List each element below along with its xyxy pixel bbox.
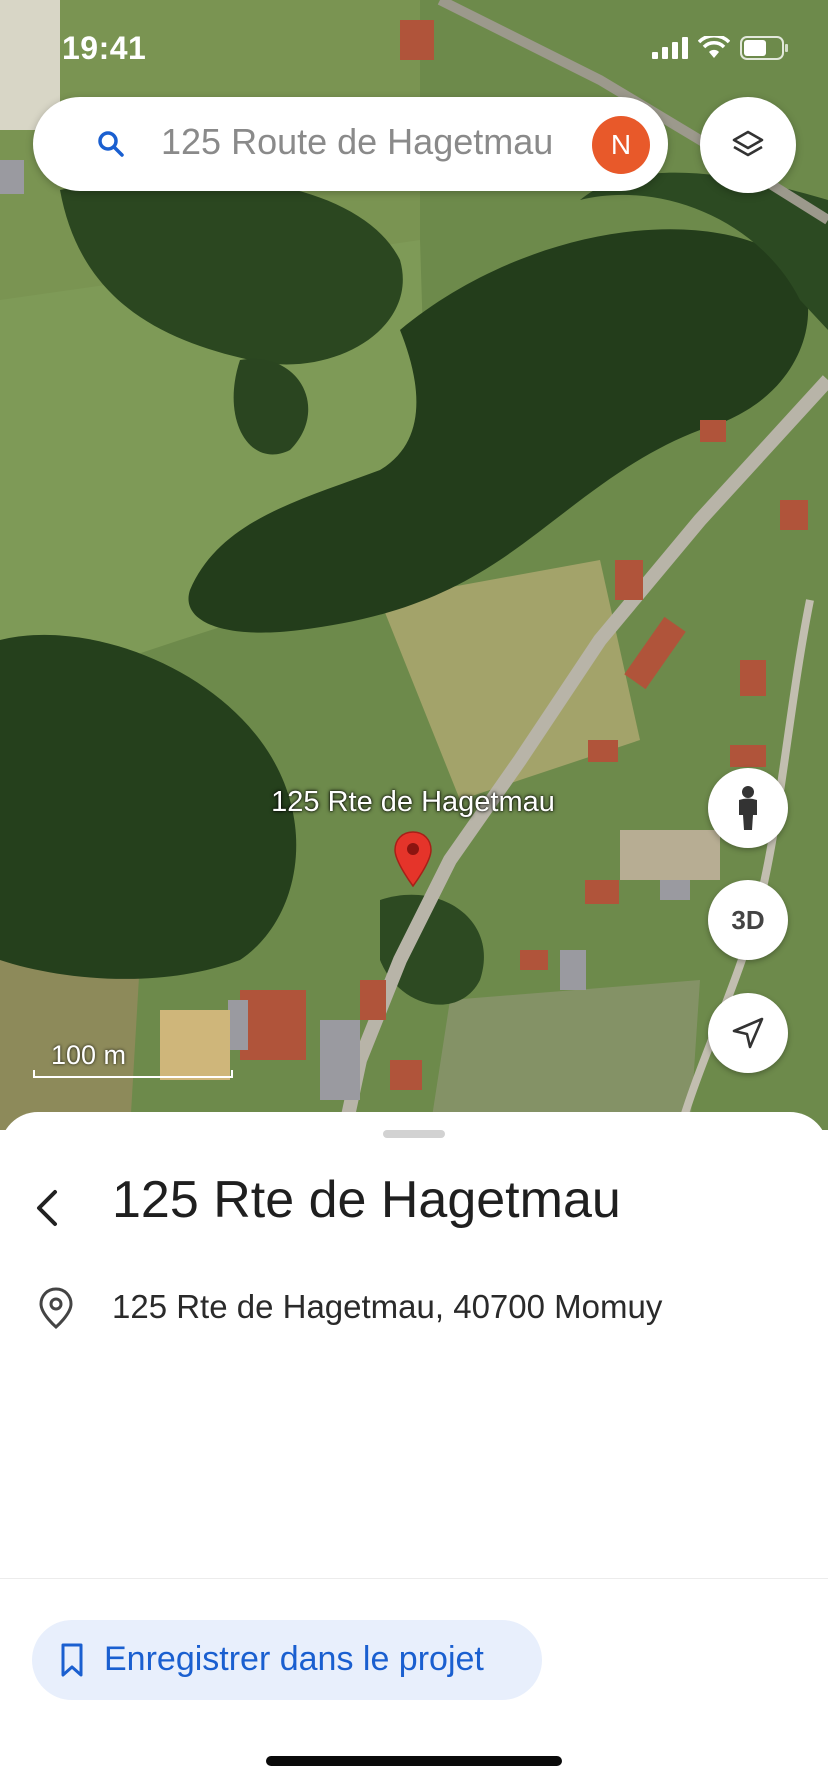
3d-label: 3D xyxy=(731,904,765,935)
pegman-icon xyxy=(739,786,757,830)
status-icons xyxy=(652,36,790,60)
location-outline-icon xyxy=(39,1287,73,1329)
place-address[interactable]: 125 Rte de Hagetmau, 40700 Momuy xyxy=(112,1288,662,1326)
wifi-icon xyxy=(698,36,730,58)
map-scale: 100 m xyxy=(33,1040,233,1078)
location-pin-icon[interactable] xyxy=(393,830,433,890)
back-button[interactable] xyxy=(24,1176,68,1240)
bookmark-icon xyxy=(61,1643,83,1677)
battery-icon xyxy=(740,36,788,60)
cellular-signal-icon xyxy=(652,37,688,59)
place-sheet[interactable]: 125 Rte de Hagetmau 125 Rte de Hagetmau,… xyxy=(0,1112,828,1792)
search-icon[interactable] xyxy=(97,130,125,158)
chevron-left-icon xyxy=(37,1190,57,1226)
layers-icon xyxy=(732,130,764,157)
status-time: 19:41 xyxy=(62,30,147,66)
avatar[interactable]: N xyxy=(592,116,650,174)
status-bar: 19:41 xyxy=(0,0,828,100)
sheet-grabber[interactable] xyxy=(383,1130,445,1138)
my-location-button[interactable] xyxy=(708,993,788,1073)
place-title: 125 Rte de Hagetmau xyxy=(112,1171,621,1229)
search-bar[interactable]: 125 Route de Hagetmau N xyxy=(33,97,668,191)
3d-button[interactable]: 3D xyxy=(708,880,788,960)
divider xyxy=(0,1578,828,1579)
scale-label: 100 m xyxy=(51,1040,127,1070)
layers-button[interactable] xyxy=(700,97,796,193)
home-indicator[interactable] xyxy=(266,1756,562,1766)
search-input[interactable]: 125 Route de Hagetmau xyxy=(161,121,621,163)
scale-bar xyxy=(33,1070,233,1078)
save-to-project-label: Enregistrer dans le projet xyxy=(104,1640,484,1678)
street-view-button[interactable] xyxy=(708,768,788,848)
pin-label: 125 Rte de Hagetmau xyxy=(271,786,555,818)
navigate-arrow-icon xyxy=(732,1017,764,1049)
save-to-project-button[interactable]: Enregistrer dans le projet xyxy=(32,1620,542,1700)
